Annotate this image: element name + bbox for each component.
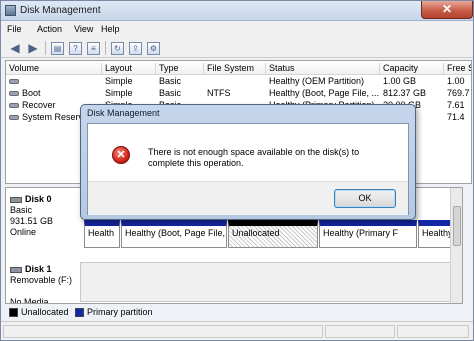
volume-type: Basic xyxy=(159,76,182,86)
close-window-button[interactable]: ✕ xyxy=(421,1,473,19)
menu-file[interactable]: File xyxy=(7,24,22,34)
status-bar xyxy=(1,321,473,340)
volume-row[interactable]: Boot Simple Basic NTFS Healthy (Boot, Pa… xyxy=(6,88,471,100)
partition-recover[interactable]: Healthy (Primary F xyxy=(319,220,417,248)
partition-unallocated[interactable]: Unallocated xyxy=(228,220,318,248)
status-cell xyxy=(397,325,469,338)
disk-0-label[interactable]: Disk 0 Basic 931.51 GB Online xyxy=(10,194,53,238)
partition-oem-2[interactable]: Healthy (OE xyxy=(418,220,451,248)
menu-help[interactable]: Help xyxy=(101,24,120,34)
volume-list-header: Volume Layout Type File System Status Ca… xyxy=(6,61,471,75)
col-layout[interactable]: Layout xyxy=(102,63,156,75)
disk-0-type: Basic xyxy=(10,205,33,215)
back-arrow-icon[interactable]: ◀ xyxy=(7,40,23,56)
disk-0-state: Online xyxy=(10,227,37,237)
disk-management-window: Disk Management ✕ File Action View Help … xyxy=(0,0,474,341)
disk-view-scrollbar[interactable] xyxy=(450,188,462,303)
disk-0-size: 931.51 GB xyxy=(10,216,54,226)
toolbar-separator xyxy=(45,41,46,55)
volume-icon xyxy=(9,91,19,97)
legend-unallocated: Unallocated xyxy=(9,307,69,318)
menu-view[interactable]: View xyxy=(74,24,93,34)
disk-1-label[interactable]: Disk 1 Removable (F:) No Media xyxy=(10,264,73,304)
dialog-button-area: OK xyxy=(88,181,408,215)
col-type[interactable]: Type xyxy=(156,63,204,75)
toolbar-separator xyxy=(105,41,106,55)
legend-primary: Primary partition xyxy=(75,307,153,318)
error-dialog: Disk Management ✕ There is not enough sp… xyxy=(80,104,416,220)
volume-type: Basic xyxy=(159,88,182,98)
legend-swatch xyxy=(75,308,84,318)
volume-name xyxy=(9,76,22,86)
volume-layout: Simple xyxy=(105,88,133,98)
col-free-space[interactable]: Free S xyxy=(444,63,471,75)
scrollbar-thumb[interactable] xyxy=(453,206,461,246)
volume-free: 769.7 xyxy=(447,88,470,98)
partition-boot[interactable]: Healthy (Boot, Page File, C xyxy=(121,220,227,248)
help-icon[interactable]: ? xyxy=(69,42,82,55)
volume-icon xyxy=(9,115,19,121)
window-title: Disk Management xyxy=(20,5,101,16)
col-file-system[interactable]: File System xyxy=(204,63,266,75)
console-tree-icon[interactable]: ▤ xyxy=(51,42,64,55)
properties-icon[interactable]: ≡ xyxy=(87,42,100,55)
col-status[interactable]: Status xyxy=(266,63,380,75)
volume-icon xyxy=(9,103,19,109)
volume-name: Boot xyxy=(9,88,41,98)
dialog-message: There is not enough space available on t… xyxy=(148,147,360,168)
volume-status: Healthy (OEM Partition) xyxy=(269,76,365,86)
volume-row[interactable]: Simple Basic Healthy (OEM Partition) 1.0… xyxy=(6,76,471,88)
col-capacity[interactable]: Capacity xyxy=(380,63,444,75)
status-cell xyxy=(3,325,323,338)
disk-1-state: No Media xyxy=(10,297,49,304)
dialog-title: Disk Management xyxy=(87,108,160,118)
partition-oem[interactable]: Health xyxy=(84,220,120,248)
forward-arrow-icon[interactable]: ▶ xyxy=(25,40,41,56)
menu-bar: File Action View Help xyxy=(1,21,473,38)
ok-button[interactable]: OK xyxy=(334,189,396,208)
legend-swatch xyxy=(9,308,18,318)
refresh-icon[interactable]: ↻ xyxy=(111,42,124,55)
error-icon: ✕ xyxy=(112,146,130,164)
app-icon xyxy=(5,5,16,16)
disk-icon xyxy=(10,196,22,203)
menu-action[interactable]: Action xyxy=(37,24,62,34)
volume-free: 1.00 xyxy=(447,76,465,86)
volume-free: 7.61 xyxy=(447,100,465,110)
status-cell xyxy=(325,325,395,338)
toolbar: ◀ ▶ ▤ ? ≡ ↻ ⇪ ⚙ xyxy=(1,38,473,58)
volume-capacity: 1.00 GB xyxy=(383,76,417,86)
settings-icon[interactable]: ⚙ xyxy=(147,42,160,55)
legend: Unallocated Primary partition xyxy=(5,305,463,319)
title-bar[interactable]: Disk Management ✕ xyxy=(1,1,473,21)
volume-icon xyxy=(9,79,19,85)
dialog-body: ✕ There is not enough space available on… xyxy=(87,123,409,215)
volume-fs: NTFS xyxy=(207,88,231,98)
col-volume[interactable]: Volume xyxy=(6,63,102,75)
disk-1-empty-area xyxy=(80,262,452,302)
volume-status: Healthy (Boot, Page File, ... xyxy=(269,88,379,98)
volume-name: Recover xyxy=(9,100,56,110)
export-icon[interactable]: ⇪ xyxy=(129,42,142,55)
disk-icon xyxy=(10,266,22,273)
volume-free: 71.4 xyxy=(447,112,465,122)
volume-capacity: 812.37 GB xyxy=(383,88,427,98)
volume-layout: Simple xyxy=(105,76,133,86)
disk-1-type: Removable (F:) xyxy=(10,275,73,285)
